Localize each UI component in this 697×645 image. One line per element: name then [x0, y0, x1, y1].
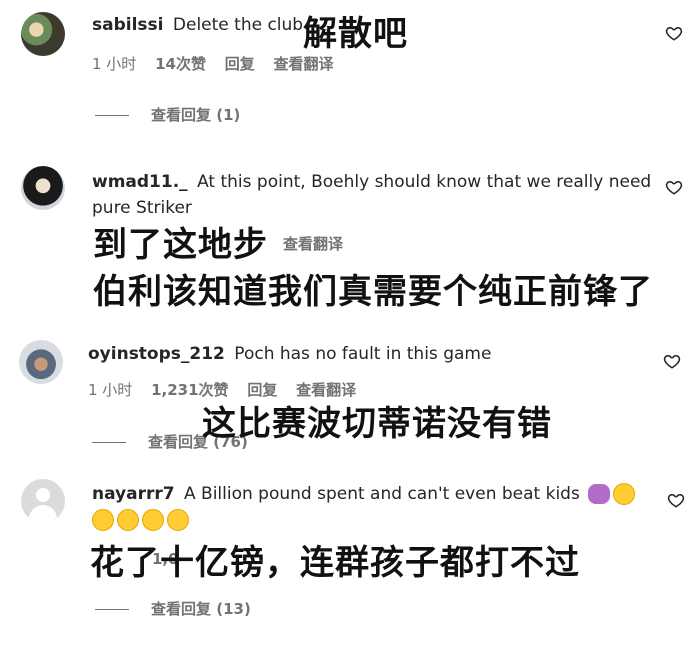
view-replies-label: 查看回复 (1) [151, 106, 241, 124]
translate-button[interactable]: 查看翻译 [283, 235, 343, 253]
rolling-laughing-emoji [117, 509, 139, 531]
username[interactable]: oyinstops_212 [88, 344, 225, 364]
username[interactable]: nayarrr7 [92, 484, 175, 504]
reply-button[interactable]: 回复 [225, 55, 255, 73]
timestamp: 1 小时 [88, 381, 133, 399]
comment-line: wmad11._ At this point, Boehly should kn… [92, 170, 651, 194]
avatar[interactable] [21, 12, 65, 56]
heart-outline-icon[interactable] [665, 178, 683, 196]
view-replies-button[interactable]: 查看回复 (1) [95, 104, 240, 125]
rolling-laughing-emoji [92, 509, 114, 531]
comment-line: nayarrr7 A Billion pound spent and can't… [92, 482, 638, 506]
view-replies-button[interactable]: 查看回复 (13) [95, 598, 251, 619]
username[interactable]: wmad11._ [92, 172, 188, 192]
comment-meta: 查看翻译 [283, 233, 357, 254]
person-shrugging-emoji [588, 484, 611, 504]
translation-overlay-line2: 伯利该知道我们真需要个纯正前锋了 [93, 272, 653, 312]
translation-overlay: 解散吧 [303, 14, 408, 54]
heart-outline-icon[interactable] [665, 24, 683, 42]
avatar[interactable] [21, 479, 65, 523]
timestamp: 1 小时 [92, 55, 137, 73]
rolling-laughing-emoji [613, 483, 636, 505]
avatar[interactable] [19, 340, 63, 384]
translation-overlay: 这比赛波切蒂诺没有错 [202, 404, 552, 444]
comment-text: Poch has no fault in this game [234, 344, 492, 364]
translation-overlay: 花了十亿镑，连群孩子都打不过 [90, 543, 580, 583]
comment-text: A Billion pound spent and can't even bea… [184, 484, 580, 504]
rolling-laughing-emoji [167, 509, 189, 531]
rolling-laughing-emoji [142, 509, 164, 531]
heart-outline-icon[interactable] [667, 491, 685, 509]
comment-line: sabilssi Delete the club [92, 13, 303, 37]
username[interactable]: sabilssi [92, 15, 163, 35]
avatar[interactable] [21, 166, 65, 210]
comment-text: Delete the club [172, 15, 304, 35]
view-replies-label: 查看回复 (13) [151, 600, 251, 618]
comment-meta: 1 小时 14次赞 回复 查看翻译 [92, 53, 348, 74]
avatar-head [36, 488, 50, 502]
comment-line: oyinstops_212 Poch has no fault in this … [88, 342, 491, 366]
translate-button[interactable]: 查看翻译 [274, 55, 334, 73]
divider [92, 442, 126, 443]
heart-outline-icon[interactable] [663, 352, 681, 370]
divider [95, 609, 129, 610]
translation-overlay-line1: 到了这地步 [93, 225, 268, 265]
avatar-torso [29, 505, 57, 523]
divider [95, 115, 129, 116]
comment-text: At this point, Boehly should know that w… [197, 172, 652, 192]
like-count[interactable]: 14次赞 [155, 55, 206, 73]
emoji-row [92, 508, 192, 532]
